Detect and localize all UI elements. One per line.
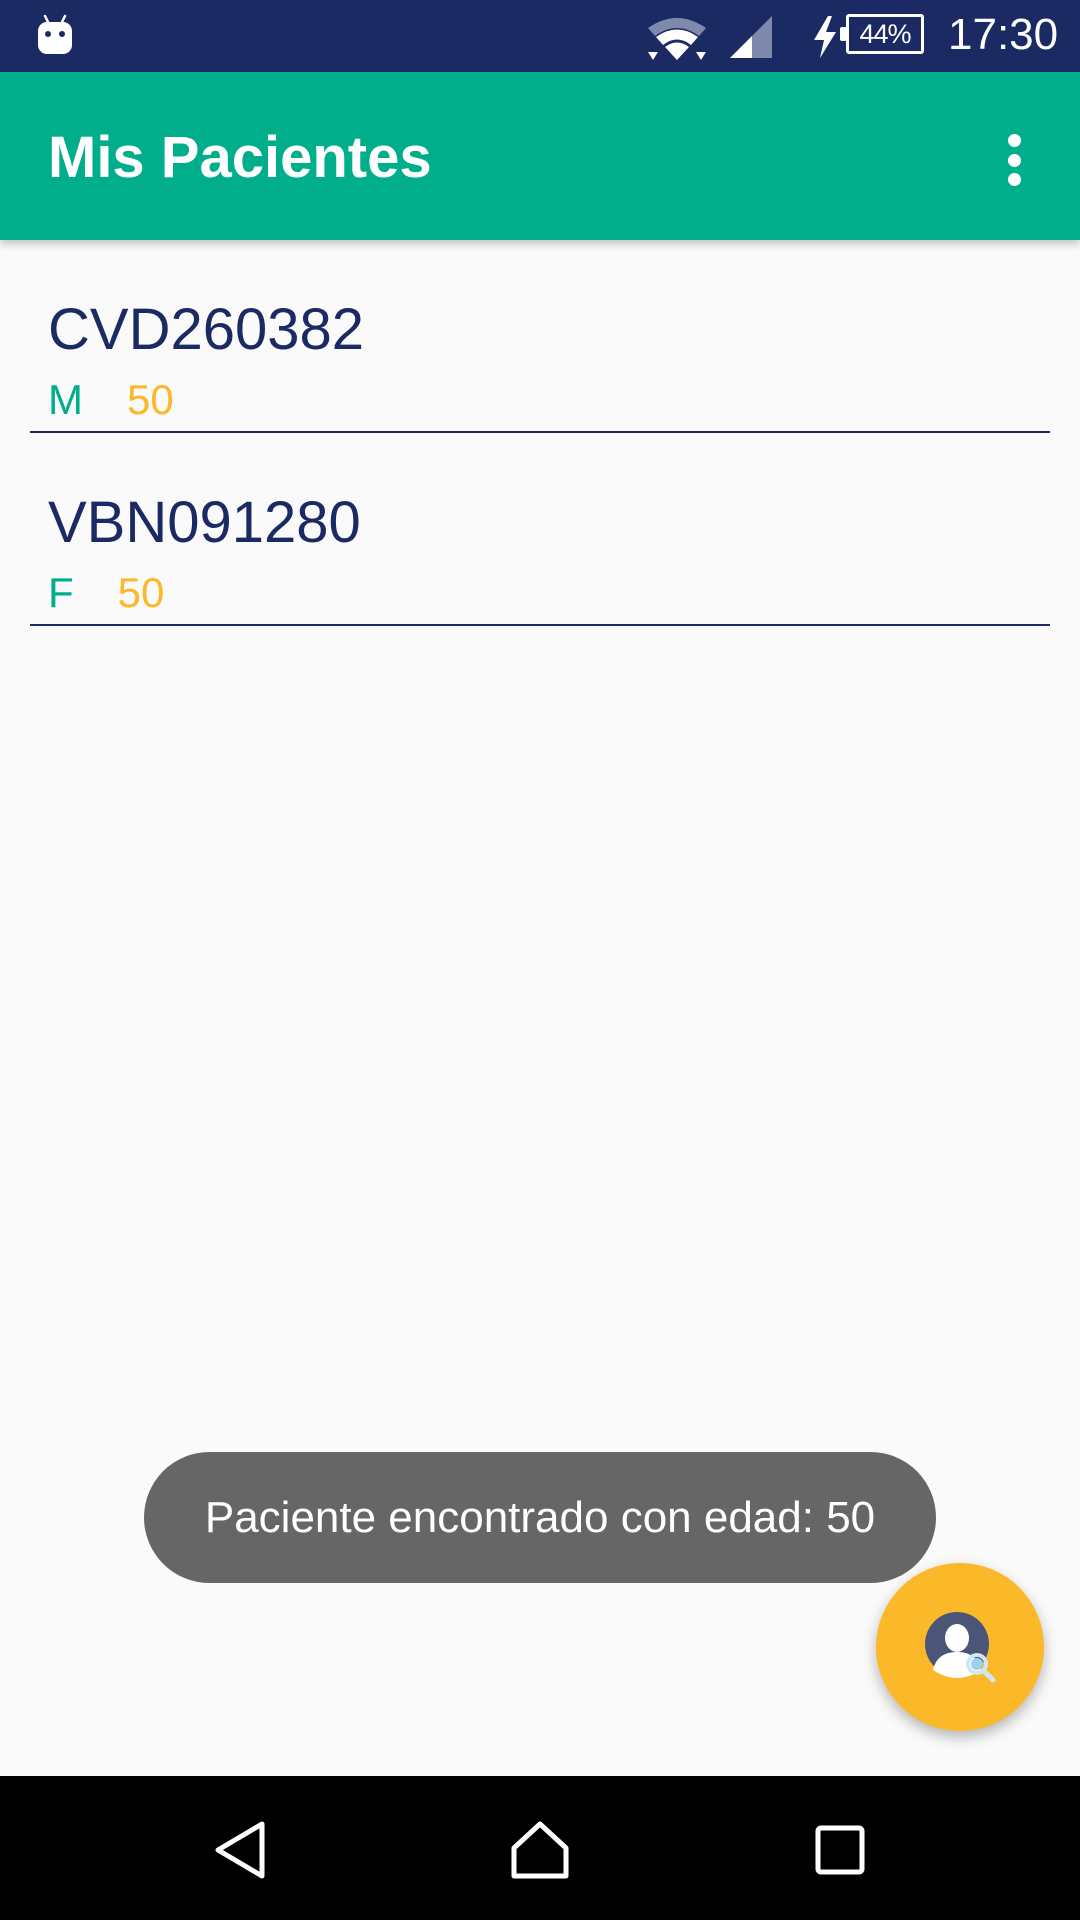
patient-list: CVD260382 M 50 VBN091280 F 50 [0, 240, 1080, 626]
signal-icon [730, 16, 772, 58]
patient-age: 50 [127, 376, 174, 423]
navigation-bar [0, 1776, 1080, 1920]
status-bar: 44% 17:30 [0, 0, 1080, 72]
home-icon[interactable] [508, 1818, 572, 1882]
toast-message: Paciente encontrado con edad: 50 [144, 1452, 936, 1583]
patient-age: 50 [117, 569, 165, 616]
back-icon[interactable] [208, 1818, 272, 1882]
battery-icon: 44% [840, 14, 924, 54]
more-vert-icon[interactable] [990, 128, 1038, 192]
recent-apps-icon[interactable] [808, 1818, 872, 1882]
page-title: Mis Pacientes [48, 125, 432, 190]
patient-meta: M 50 [48, 376, 174, 424]
patient-meta: F 50 [48, 569, 164, 617]
patient-sex: M [48, 376, 83, 423]
search-patient-button[interactable] [876, 1563, 1044, 1731]
app-bar: Mis Pacientes [0, 72, 1080, 240]
patient-sex: F [48, 569, 74, 616]
search-patient-icon [925, 1612, 996, 1683]
status-time: 17:30 [948, 10, 1059, 59]
android-icon [38, 14, 72, 54]
wifi-icon [648, 18, 706, 60]
patient-id: CVD260382 [48, 297, 364, 362]
charging-bolt-icon [814, 16, 836, 58]
patient-id: VBN091280 [48, 490, 361, 555]
list-item[interactable]: CVD260382 M 50 [30, 240, 1050, 433]
list-item[interactable]: VBN091280 F 50 [30, 433, 1050, 626]
battery-percent: 44% [859, 18, 911, 49]
